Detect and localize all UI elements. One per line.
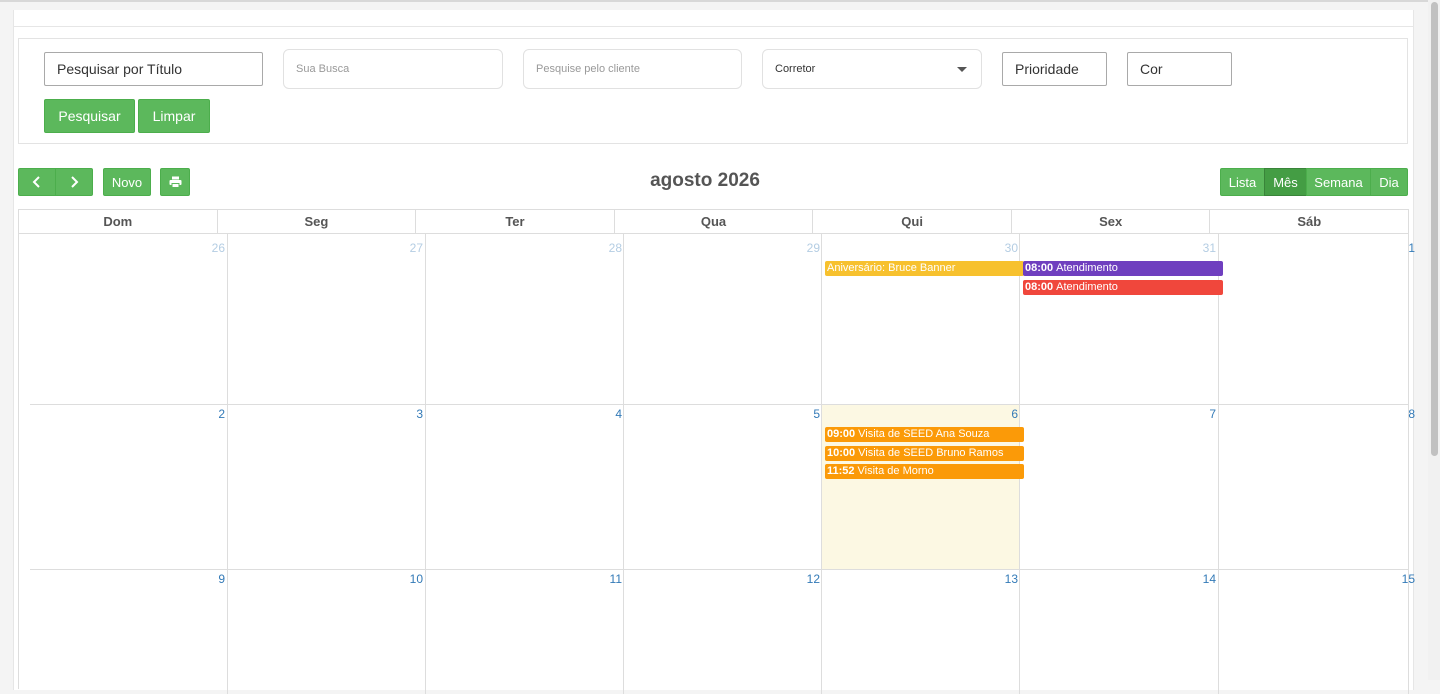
- event-title: Visita de Morno: [857, 465, 934, 477]
- day-divider: [821, 234, 822, 694]
- day-divider: [1218, 234, 1219, 694]
- weekday-qua: Qua: [615, 210, 814, 233]
- day-number[interactable]: 3: [383, 407, 423, 421]
- weekday-dom: Dom: [19, 210, 218, 233]
- event-time: 09:00: [827, 428, 856, 440]
- day-number[interactable]: 31: [1176, 241, 1216, 255]
- weekday-sex: Sex: [1012, 210, 1211, 233]
- new-event-button[interactable]: Novo: [103, 168, 151, 196]
- day-divider: [227, 234, 228, 694]
- day-number[interactable]: 27: [383, 241, 423, 255]
- event-title: Atendimento: [1056, 281, 1118, 293]
- day-number[interactable]: 15: [1375, 572, 1415, 586]
- top-border: [0, 0, 1440, 2]
- weekday-ter: Ter: [416, 210, 615, 233]
- color-input[interactable]: Cor: [1127, 52, 1232, 86]
- view-day-button[interactable]: Dia: [1370, 168, 1408, 196]
- search-placeholder: Sua Busca: [296, 63, 350, 75]
- day-number[interactable]: 7: [1176, 407, 1216, 421]
- client-search-input[interactable]: Pesquise pelo cliente: [523, 49, 742, 89]
- title-search-value: Pesquisar por Título: [57, 61, 183, 77]
- broker-select[interactable]: Corretor: [762, 49, 982, 89]
- chevron-left-icon: [32, 176, 40, 188]
- priority-value: Prioridade: [1015, 61, 1079, 77]
- event-title: Aniversário: Bruce Banner: [827, 262, 956, 274]
- event-time: 10:00: [827, 447, 856, 459]
- day-divider: [425, 234, 426, 694]
- day-number[interactable]: 11: [582, 572, 622, 586]
- event-visita[interactable]: 11:52 Visita de Morno: [825, 464, 1024, 479]
- day-number[interactable]: 29: [780, 241, 820, 255]
- event-title: Visita de SEED Ana Souza: [858, 428, 990, 440]
- day-number[interactable]: 28: [582, 241, 622, 255]
- client-placeholder: Pesquise pelo cliente: [536, 63, 640, 75]
- day-number[interactable]: 9: [185, 572, 225, 586]
- event-visita[interactable]: 10:00 Visita de SEED Bruno Ramos: [825, 446, 1024, 461]
- day-number[interactable]: 4: [582, 407, 622, 421]
- day-number[interactable]: 13: [978, 572, 1018, 586]
- broker-selected-value: Corretor: [775, 63, 816, 75]
- week-divider: [30, 569, 1409, 570]
- view-list-button[interactable]: Lista: [1220, 168, 1265, 196]
- day-number[interactable]: 30: [978, 241, 1018, 255]
- weekday-header: Dom Seg Ter Qua Qui Sex Sáb: [19, 209, 1409, 234]
- day-number[interactable]: 26: [185, 241, 225, 255]
- chevron-right-icon: [71, 176, 79, 188]
- title-search-input[interactable]: Pesquisar por Título: [44, 52, 263, 86]
- day-number[interactable]: 14: [1176, 572, 1216, 586]
- search-input[interactable]: Sua Busca: [283, 49, 503, 89]
- day-number[interactable]: 2: [185, 407, 225, 421]
- event-visita[interactable]: 09:00 Visita de SEED Ana Souza: [825, 427, 1024, 442]
- day-divider: [1408, 234, 1409, 694]
- day-number[interactable]: 6: [978, 407, 1018, 421]
- event-atendimento[interactable]: 08:00 Atendimento: [1023, 280, 1223, 295]
- search-button[interactable]: Pesquisar: [44, 99, 135, 133]
- event-birthday[interactable]: Aniversário: Bruce Banner: [825, 261, 1024, 276]
- day-number[interactable]: 1: [1375, 241, 1415, 255]
- print-button[interactable]: [160, 168, 190, 196]
- scrollbar-thumb[interactable]: [1431, 2, 1438, 456]
- day-divider: [623, 234, 624, 694]
- next-month-button[interactable]: [55, 168, 93, 196]
- page-scrollbar[interactable]: [1428, 0, 1440, 680]
- event-time: 11:52: [827, 465, 855, 477]
- day-number[interactable]: 8: [1375, 407, 1415, 421]
- event-time: 08:00: [1025, 281, 1054, 293]
- priority-input[interactable]: Prioridade: [1002, 52, 1107, 86]
- printer-icon: [169, 176, 181, 188]
- prev-month-button[interactable]: [18, 168, 56, 196]
- day-number[interactable]: 5: [780, 407, 820, 421]
- calendar-grid: Dom Seg Ter Qua Qui Sex Sáb 26 27 28 29 …: [18, 209, 1415, 694]
- event-time: 08:00: [1025, 262, 1054, 274]
- clear-button[interactable]: Limpar: [138, 99, 210, 133]
- view-week-button[interactable]: Semana: [1306, 168, 1371, 196]
- panel-divider: [14, 26, 1413, 27]
- chevron-down-icon: [957, 66, 967, 72]
- week-divider: [30, 404, 1409, 405]
- color-value: Cor: [1140, 61, 1163, 77]
- view-month-button[interactable]: Mês: [1264, 168, 1307, 196]
- weekday-seg: Seg: [218, 210, 417, 233]
- event-title: Atendimento: [1056, 262, 1118, 274]
- month-title: agosto 2026: [650, 170, 760, 191]
- day-number[interactable]: 10: [383, 572, 423, 586]
- event-atendimento[interactable]: 08:00 Atendimento: [1023, 261, 1223, 276]
- weekday-qui: Qui: [813, 210, 1012, 233]
- weekday-sab: Sáb: [1297, 214, 1322, 229]
- day-number[interactable]: 12: [780, 572, 820, 586]
- event-title: Visita de SEED Bruno Ramos: [858, 447, 1004, 459]
